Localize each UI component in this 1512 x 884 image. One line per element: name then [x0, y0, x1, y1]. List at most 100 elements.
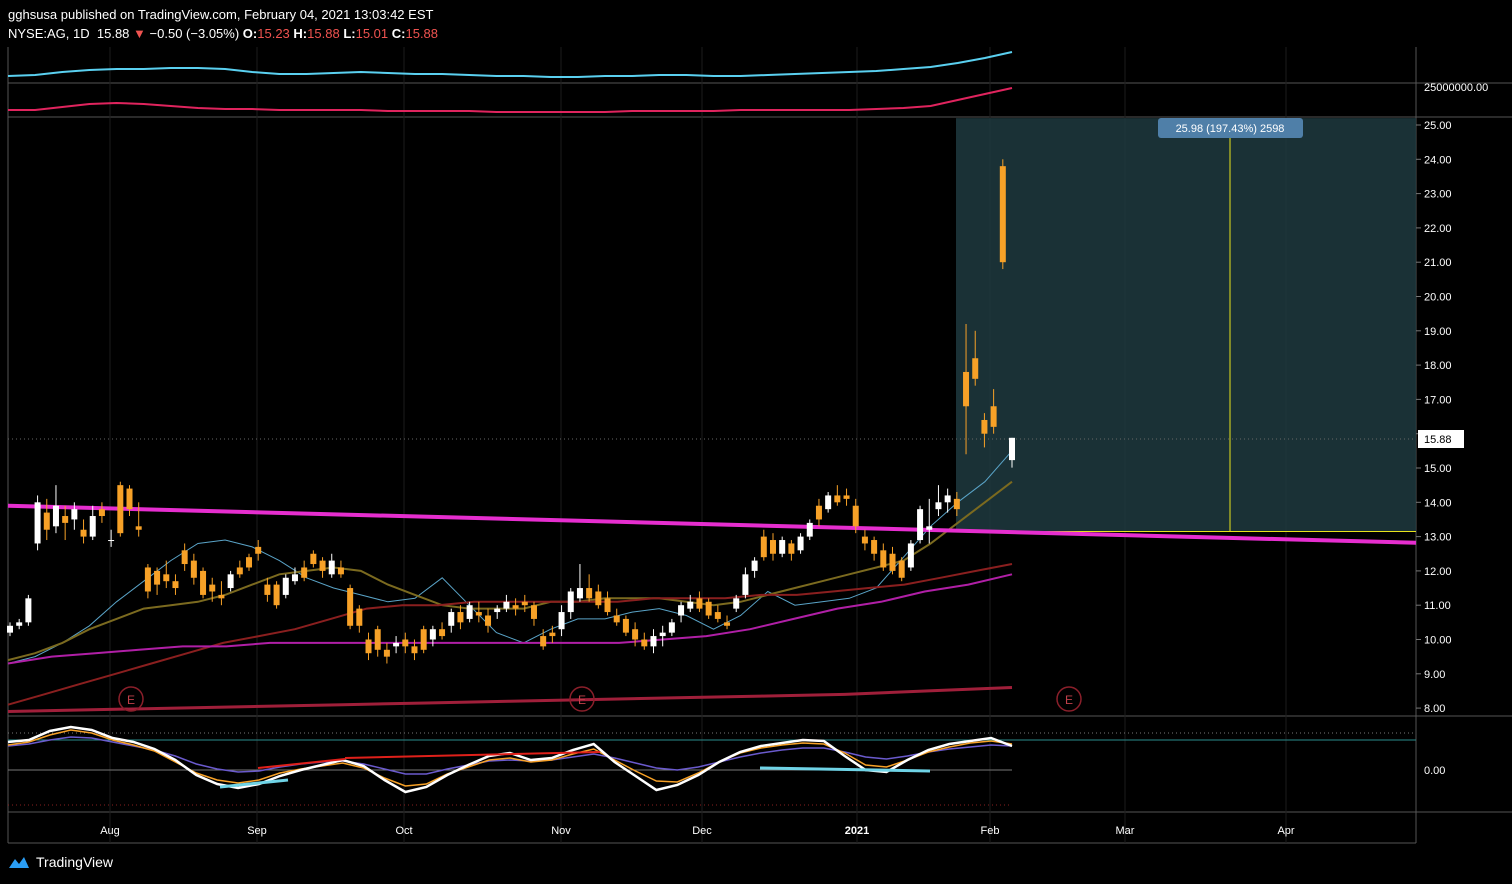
candle-body[interactable] [613, 615, 620, 623]
candle-body[interactable] [108, 540, 115, 542]
candle-body[interactable] [567, 591, 574, 613]
candle-body[interactable] [301, 567, 308, 578]
candle-body[interactable] [540, 636, 547, 647]
candle-body[interactable] [549, 632, 556, 637]
candle-body[interactable] [898, 560, 905, 578]
candle-body[interactable] [972, 358, 979, 379]
candle-body[interactable] [917, 509, 924, 541]
candle-body[interactable] [365, 639, 372, 654]
candle-body[interactable] [209, 584, 216, 592]
candle-body[interactable] [724, 622, 731, 626]
candle-body[interactable] [172, 581, 179, 589]
projection-box[interactable] [956, 118, 1416, 532]
candle-body[interactable] [135, 526, 142, 530]
candle-body[interactable] [374, 629, 381, 650]
candle-body[interactable] [319, 560, 326, 571]
candle-body[interactable] [852, 505, 859, 527]
candle-body[interactable] [586, 588, 593, 599]
candle-body[interactable] [393, 642, 400, 647]
candle-body[interactable] [190, 560, 197, 578]
candle-body[interactable] [843, 495, 850, 499]
candle-body[interactable] [89, 516, 96, 537]
chart-canvas[interactable]: 25000000.00 25.98 (197.43%) 2598 E E E 2… [0, 0, 1512, 884]
candle-body[interactable] [466, 605, 473, 619]
candle-body[interactable] [595, 591, 602, 606]
price-axis[interactable]: 25.00 24.00 23.00 22.00 21.00 20.00 19.00 18.00… [1416, 120, 1452, 715]
candle-body[interactable] [907, 543, 914, 568]
candle-body[interactable] [834, 495, 841, 503]
candle-body[interactable] [25, 598, 32, 623]
candle-body[interactable] [144, 567, 151, 592]
candle-body[interactable] [71, 509, 78, 520]
time-axis[interactable]: Aug Sep Oct Nov Dec 2021 Feb Mar Apr [100, 825, 1295, 837]
candle-body[interactable] [273, 584, 280, 606]
candle-body[interactable] [457, 612, 464, 623]
candle-body[interactable] [402, 639, 409, 647]
candle-body[interactable] [530, 605, 537, 619]
candle-body[interactable] [889, 553, 896, 571]
candle-body[interactable] [163, 574, 170, 582]
candle-body[interactable] [117, 485, 124, 534]
candle-body[interactable] [264, 584, 271, 595]
candle-body[interactable] [668, 622, 675, 633]
candle-body[interactable] [512, 605, 519, 609]
candle-body[interactable] [7, 625, 13, 633]
candle-body[interactable] [420, 629, 427, 650]
candle-body[interactable] [200, 570, 207, 595]
candle-body[interactable] [98, 509, 105, 517]
candle-body[interactable] [705, 601, 712, 616]
candle-body[interactable] [43, 512, 50, 530]
candle-body[interactable] [337, 567, 344, 575]
candle-body[interactable] [347, 588, 354, 626]
candle-body[interactable] [944, 495, 951, 503]
candle-body[interactable] [439, 629, 446, 637]
candle-body[interactable] [255, 546, 262, 554]
candle-body[interactable] [926, 526, 933, 530]
candle-body[interactable] [714, 612, 721, 619]
candle-body[interactable] [687, 601, 694, 609]
candle-body[interactable] [981, 419, 988, 434]
candle-body[interactable] [861, 536, 868, 544]
candle-body[interactable] [126, 488, 133, 510]
candle-body[interactable] [880, 550, 887, 568]
candle-body[interactable] [760, 536, 767, 558]
candle-body[interactable] [16, 622, 23, 626]
candle-body[interactable] [218, 594, 225, 599]
candle-body[interactable] [503, 601, 510, 609]
candle-body[interactable] [328, 560, 335, 575]
candle-body[interactable] [659, 632, 666, 637]
candle-body[interactable] [282, 577, 289, 595]
candle-body[interactable] [953, 498, 960, 510]
candle-body[interactable] [80, 529, 87, 537]
candle-body[interactable] [797, 536, 804, 551]
candle-body[interactable] [52, 505, 59, 527]
candle-body[interactable] [227, 574, 234, 589]
candle-body[interactable] [310, 553, 317, 565]
candle-body[interactable] [696, 598, 703, 609]
candle-body[interactable] [751, 560, 758, 571]
candle-body[interactable] [815, 505, 822, 520]
candle-body[interactable] [742, 574, 749, 595]
candle-body[interactable] [990, 406, 997, 427]
candle-body[interactable] [871, 540, 878, 554]
candle-body[interactable] [356, 608, 363, 626]
candle-body[interactable] [788, 543, 795, 554]
candle-body[interactable] [650, 636, 657, 647]
candle-body[interactable] [806, 522, 813, 537]
candle-body[interactable] [622, 618, 629, 633]
candle-body[interactable] [494, 608, 501, 613]
candle-body[interactable] [825, 495, 832, 510]
candle-body[interactable] [291, 574, 298, 582]
candle-body[interactable] [429, 629, 436, 640]
candle-body[interactable] [769, 540, 776, 554]
candle-body[interactable] [632, 629, 639, 640]
candle-body[interactable] [34, 502, 41, 544]
candle-body[interactable] [62, 516, 69, 523]
candle-body[interactable] [935, 502, 942, 510]
candle-body[interactable] [485, 615, 492, 626]
candle-body[interactable] [181, 550, 188, 565]
candle-body[interactable] [963, 371, 970, 407]
candle-body[interactable] [558, 612, 565, 630]
candle-body[interactable] [779, 540, 786, 554]
candle-body[interactable] [154, 570, 161, 585]
